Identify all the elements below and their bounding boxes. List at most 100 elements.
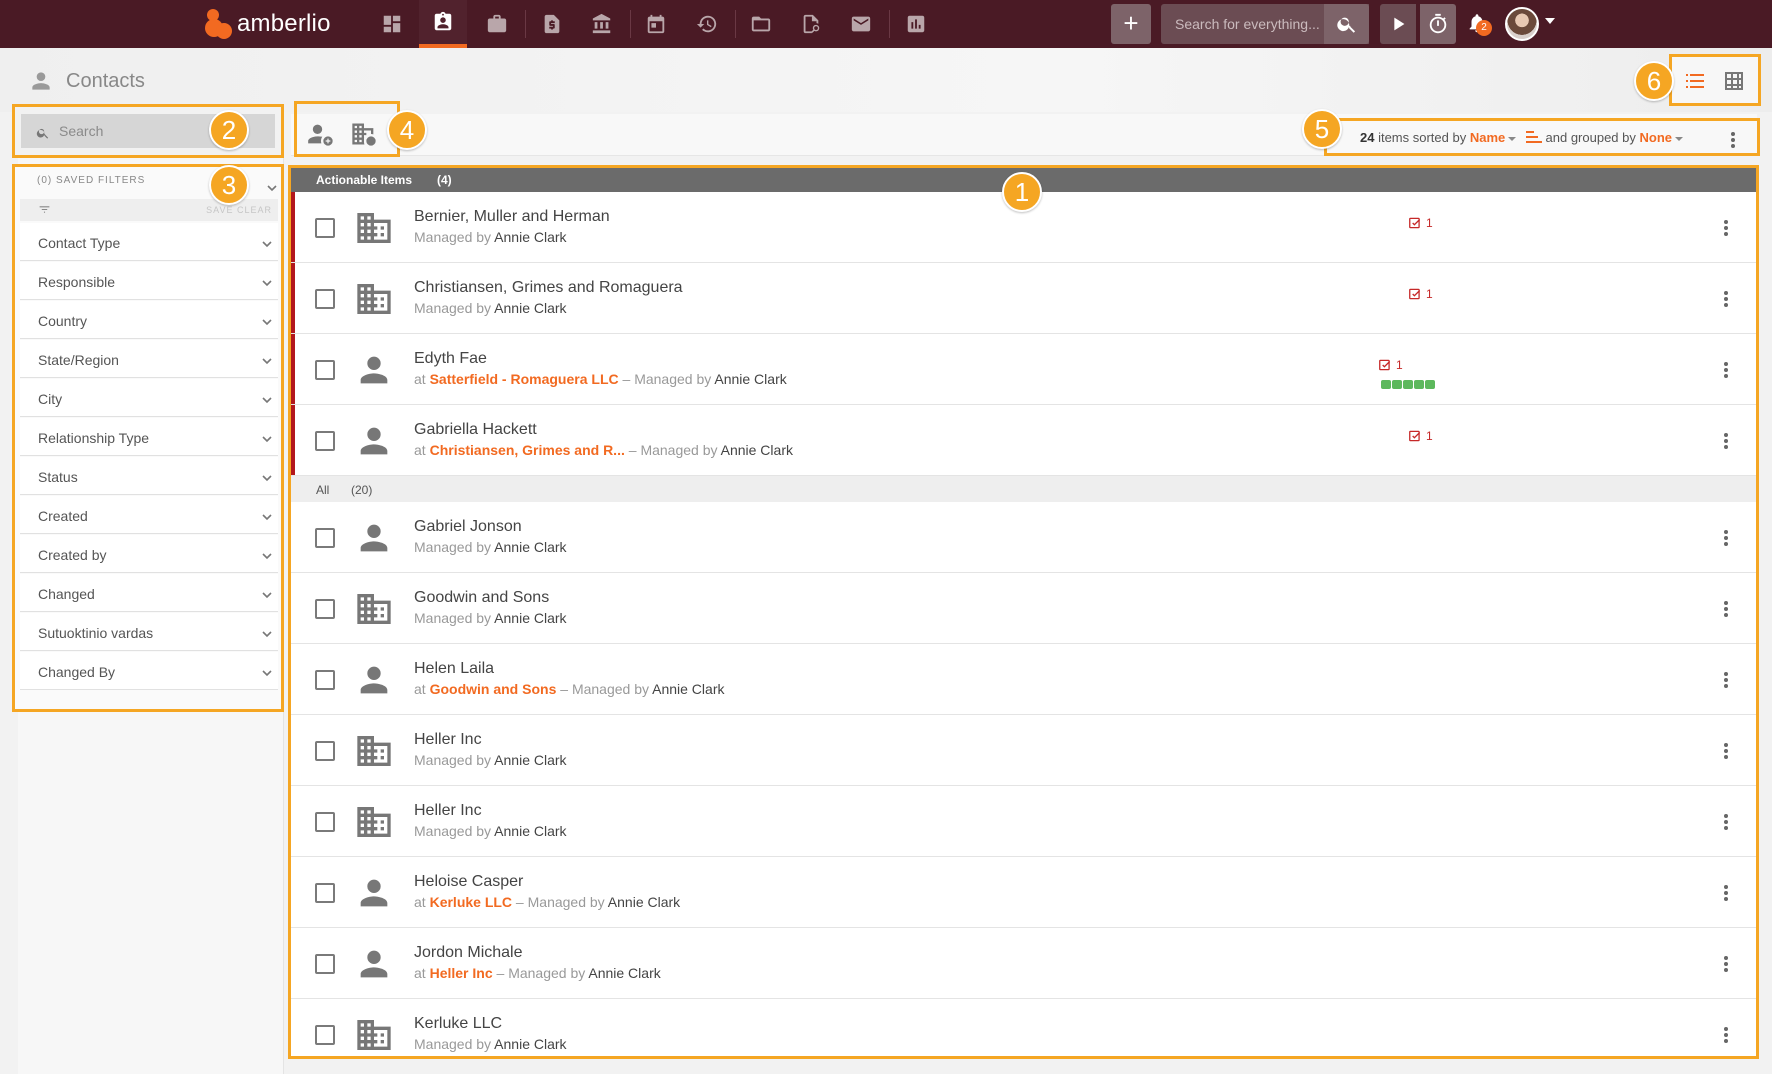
nav-documents[interactable] xyxy=(787,0,835,48)
open-tasks-indicator[interactable]: 1 xyxy=(1408,216,1433,230)
row-menu-kebab-icon[interactable] xyxy=(1724,530,1728,546)
row-checkbox[interactable] xyxy=(315,812,335,832)
filter-relationship-type[interactable]: Relationship Type xyxy=(20,418,278,456)
contact-name[interactable]: Heloise Casper xyxy=(414,873,523,891)
contact-name[interactable]: Gabriel Jonson xyxy=(414,518,522,536)
grid-view-button[interactable] xyxy=(1722,69,1748,93)
quick-add-button[interactable]: + xyxy=(1111,4,1151,44)
row-checkbox[interactable] xyxy=(315,741,335,761)
row-checkbox[interactable] xyxy=(315,954,335,974)
amberlio-logo[interactable]: amberlio xyxy=(205,8,331,40)
row-checkbox[interactable] xyxy=(315,289,335,309)
manager-name[interactable]: Annie Clark xyxy=(494,229,566,245)
filter-status[interactable]: Status xyxy=(20,457,278,495)
list-view-button[interactable] xyxy=(1683,69,1709,93)
manager-name[interactable]: Annie Clark xyxy=(494,752,566,768)
contact-name[interactable]: Helen Laila xyxy=(414,660,494,678)
filter-responsible[interactable]: Responsible xyxy=(20,262,278,300)
filter-city[interactable]: City xyxy=(20,379,278,417)
row-menu-kebab-icon[interactable] xyxy=(1724,885,1728,901)
manager-name[interactable]: Annie Clark xyxy=(721,442,793,458)
contact-row[interactable]: Kerluke LLC Managed by Annie Clark xyxy=(291,999,1756,1056)
organization-link[interactable]: Kerluke LLC xyxy=(430,894,512,910)
row-checkbox[interactable] xyxy=(315,883,335,903)
contact-row[interactable]: Goodwin and Sons Managed by Annie Clark xyxy=(291,573,1756,644)
sort-direction-icon[interactable] xyxy=(1525,131,1542,143)
manager-name[interactable]: Annie Clark xyxy=(652,681,724,697)
row-checkbox[interactable] xyxy=(315,670,335,690)
nav-files[interactable] xyxy=(737,0,785,48)
filter-sutuoktinio-vardas[interactable]: Sutuoktinio vardas xyxy=(20,613,278,651)
open-tasks-indicator[interactable]: 1 xyxy=(1408,287,1433,301)
manager-name[interactable]: Annie Clark xyxy=(494,823,566,839)
organization-link[interactable]: Satterfield - Romaguera LLC xyxy=(430,371,619,387)
row-menu-kebab-icon[interactable] xyxy=(1724,956,1728,972)
organization-link[interactable]: Christiansen, Grimes and R... xyxy=(430,442,625,458)
contact-name[interactable]: Kerluke LLC xyxy=(414,1015,502,1033)
organization-link[interactable]: Goodwin and Sons xyxy=(430,681,557,697)
row-menu-kebab-icon[interactable] xyxy=(1724,291,1728,307)
nav-mail[interactable] xyxy=(837,0,885,48)
sort-field-dropdown[interactable]: Name xyxy=(1470,130,1517,145)
row-menu-kebab-icon[interactable] xyxy=(1724,220,1728,236)
filter-icon[interactable] xyxy=(38,203,52,217)
contact-name[interactable]: Heller Inc xyxy=(414,731,482,749)
contact-name[interactable]: Bernier, Muller and Herman xyxy=(414,208,610,226)
manager-name[interactable]: Annie Clark xyxy=(494,1036,566,1052)
row-checkbox[interactable] xyxy=(315,528,335,548)
filter-created-by[interactable]: Created by xyxy=(20,535,278,573)
contact-name[interactable]: Heller Inc xyxy=(414,802,482,820)
contact-row[interactable]: Jordon Michale at Heller Inc – Managed by… xyxy=(291,928,1756,999)
row-menu-kebab-icon[interactable] xyxy=(1724,601,1728,617)
row-menu-kebab-icon[interactable] xyxy=(1724,814,1728,830)
filter-created[interactable]: Created xyxy=(20,496,278,534)
nav-invoices[interactable] xyxy=(528,0,576,48)
contact-row[interactable]: Edyth Fae at Satterfield - Romaguera LLC … xyxy=(291,334,1756,405)
contact-row[interactable]: Helen Laila at Goodwin and Sons – Managed… xyxy=(291,644,1756,715)
filter-changed[interactable]: Changed xyxy=(20,574,278,612)
contact-row[interactable]: Gabriel Jonson Managed by Annie Clark xyxy=(291,502,1756,573)
row-checkbox[interactable] xyxy=(315,431,335,451)
filter-contact-type[interactable]: Contact Type xyxy=(20,223,278,261)
row-menu-kebab-icon[interactable] xyxy=(1724,362,1728,378)
contact-row[interactable]: Heller Inc Managed by Annie Clark xyxy=(291,786,1756,857)
contact-name[interactable]: Christiansen, Grimes and Romaguera xyxy=(414,279,683,297)
row-checkbox[interactable] xyxy=(315,1025,335,1045)
user-menu-caret-icon[interactable] xyxy=(1545,18,1555,24)
contact-row[interactable]: Christiansen, Grimes and Romaguera Manage… xyxy=(291,263,1756,334)
row-checkbox[interactable] xyxy=(315,218,335,238)
manager-name[interactable]: Annie Clark xyxy=(494,300,566,316)
organization-link[interactable]: Heller Inc xyxy=(430,965,493,981)
contact-row[interactable]: Heloise Casper at Kerluke LLC – Managed b… xyxy=(291,857,1756,928)
row-menu-kebab-icon[interactable] xyxy=(1724,433,1728,449)
contact-name[interactable]: Goodwin and Sons xyxy=(414,589,549,607)
chevron-down-icon[interactable] xyxy=(267,180,277,192)
filter-state-region[interactable]: State/Region xyxy=(20,340,278,378)
nav-calendar[interactable] xyxy=(632,0,680,48)
filter-country[interactable]: Country xyxy=(20,301,278,339)
nav-projects[interactable] xyxy=(473,0,521,48)
nav-history[interactable] xyxy=(683,0,731,48)
open-tasks-indicator[interactable]: 1 xyxy=(1378,358,1403,372)
add-company-button[interactable] xyxy=(350,120,380,150)
contact-row[interactable]: Heller Inc Managed by Annie Clark xyxy=(291,715,1756,786)
row-menu-kebab-icon[interactable] xyxy=(1724,743,1728,759)
global-search-button[interactable] xyxy=(1324,4,1369,44)
contact-row[interactable]: Gabriella Hackett at Christiansen, Grimes… xyxy=(291,405,1756,476)
list-options-kebab-icon[interactable] xyxy=(1731,132,1735,148)
manager-name[interactable]: Annie Clark xyxy=(588,965,660,981)
nav-banking[interactable] xyxy=(578,0,626,48)
row-menu-kebab-icon[interactable] xyxy=(1724,1027,1728,1043)
row-checkbox[interactable] xyxy=(315,599,335,619)
contact-name[interactable]: Jordon Michale xyxy=(414,944,523,962)
nav-dashboard[interactable] xyxy=(368,0,416,48)
timer-button[interactable] xyxy=(1420,4,1456,44)
filter-changed-by[interactable]: Changed By xyxy=(20,652,278,690)
manager-name[interactable]: Annie Clark xyxy=(494,610,566,626)
user-avatar[interactable] xyxy=(1505,7,1539,41)
row-checkbox[interactable] xyxy=(315,360,335,380)
group-field-dropdown[interactable]: None xyxy=(1639,130,1683,145)
saved-filters-toggle[interactable]: (0) SAVED FILTERS xyxy=(37,175,145,186)
manager-name[interactable]: Annie Clark xyxy=(714,371,786,387)
manager-name[interactable]: Annie Clark xyxy=(494,539,566,555)
